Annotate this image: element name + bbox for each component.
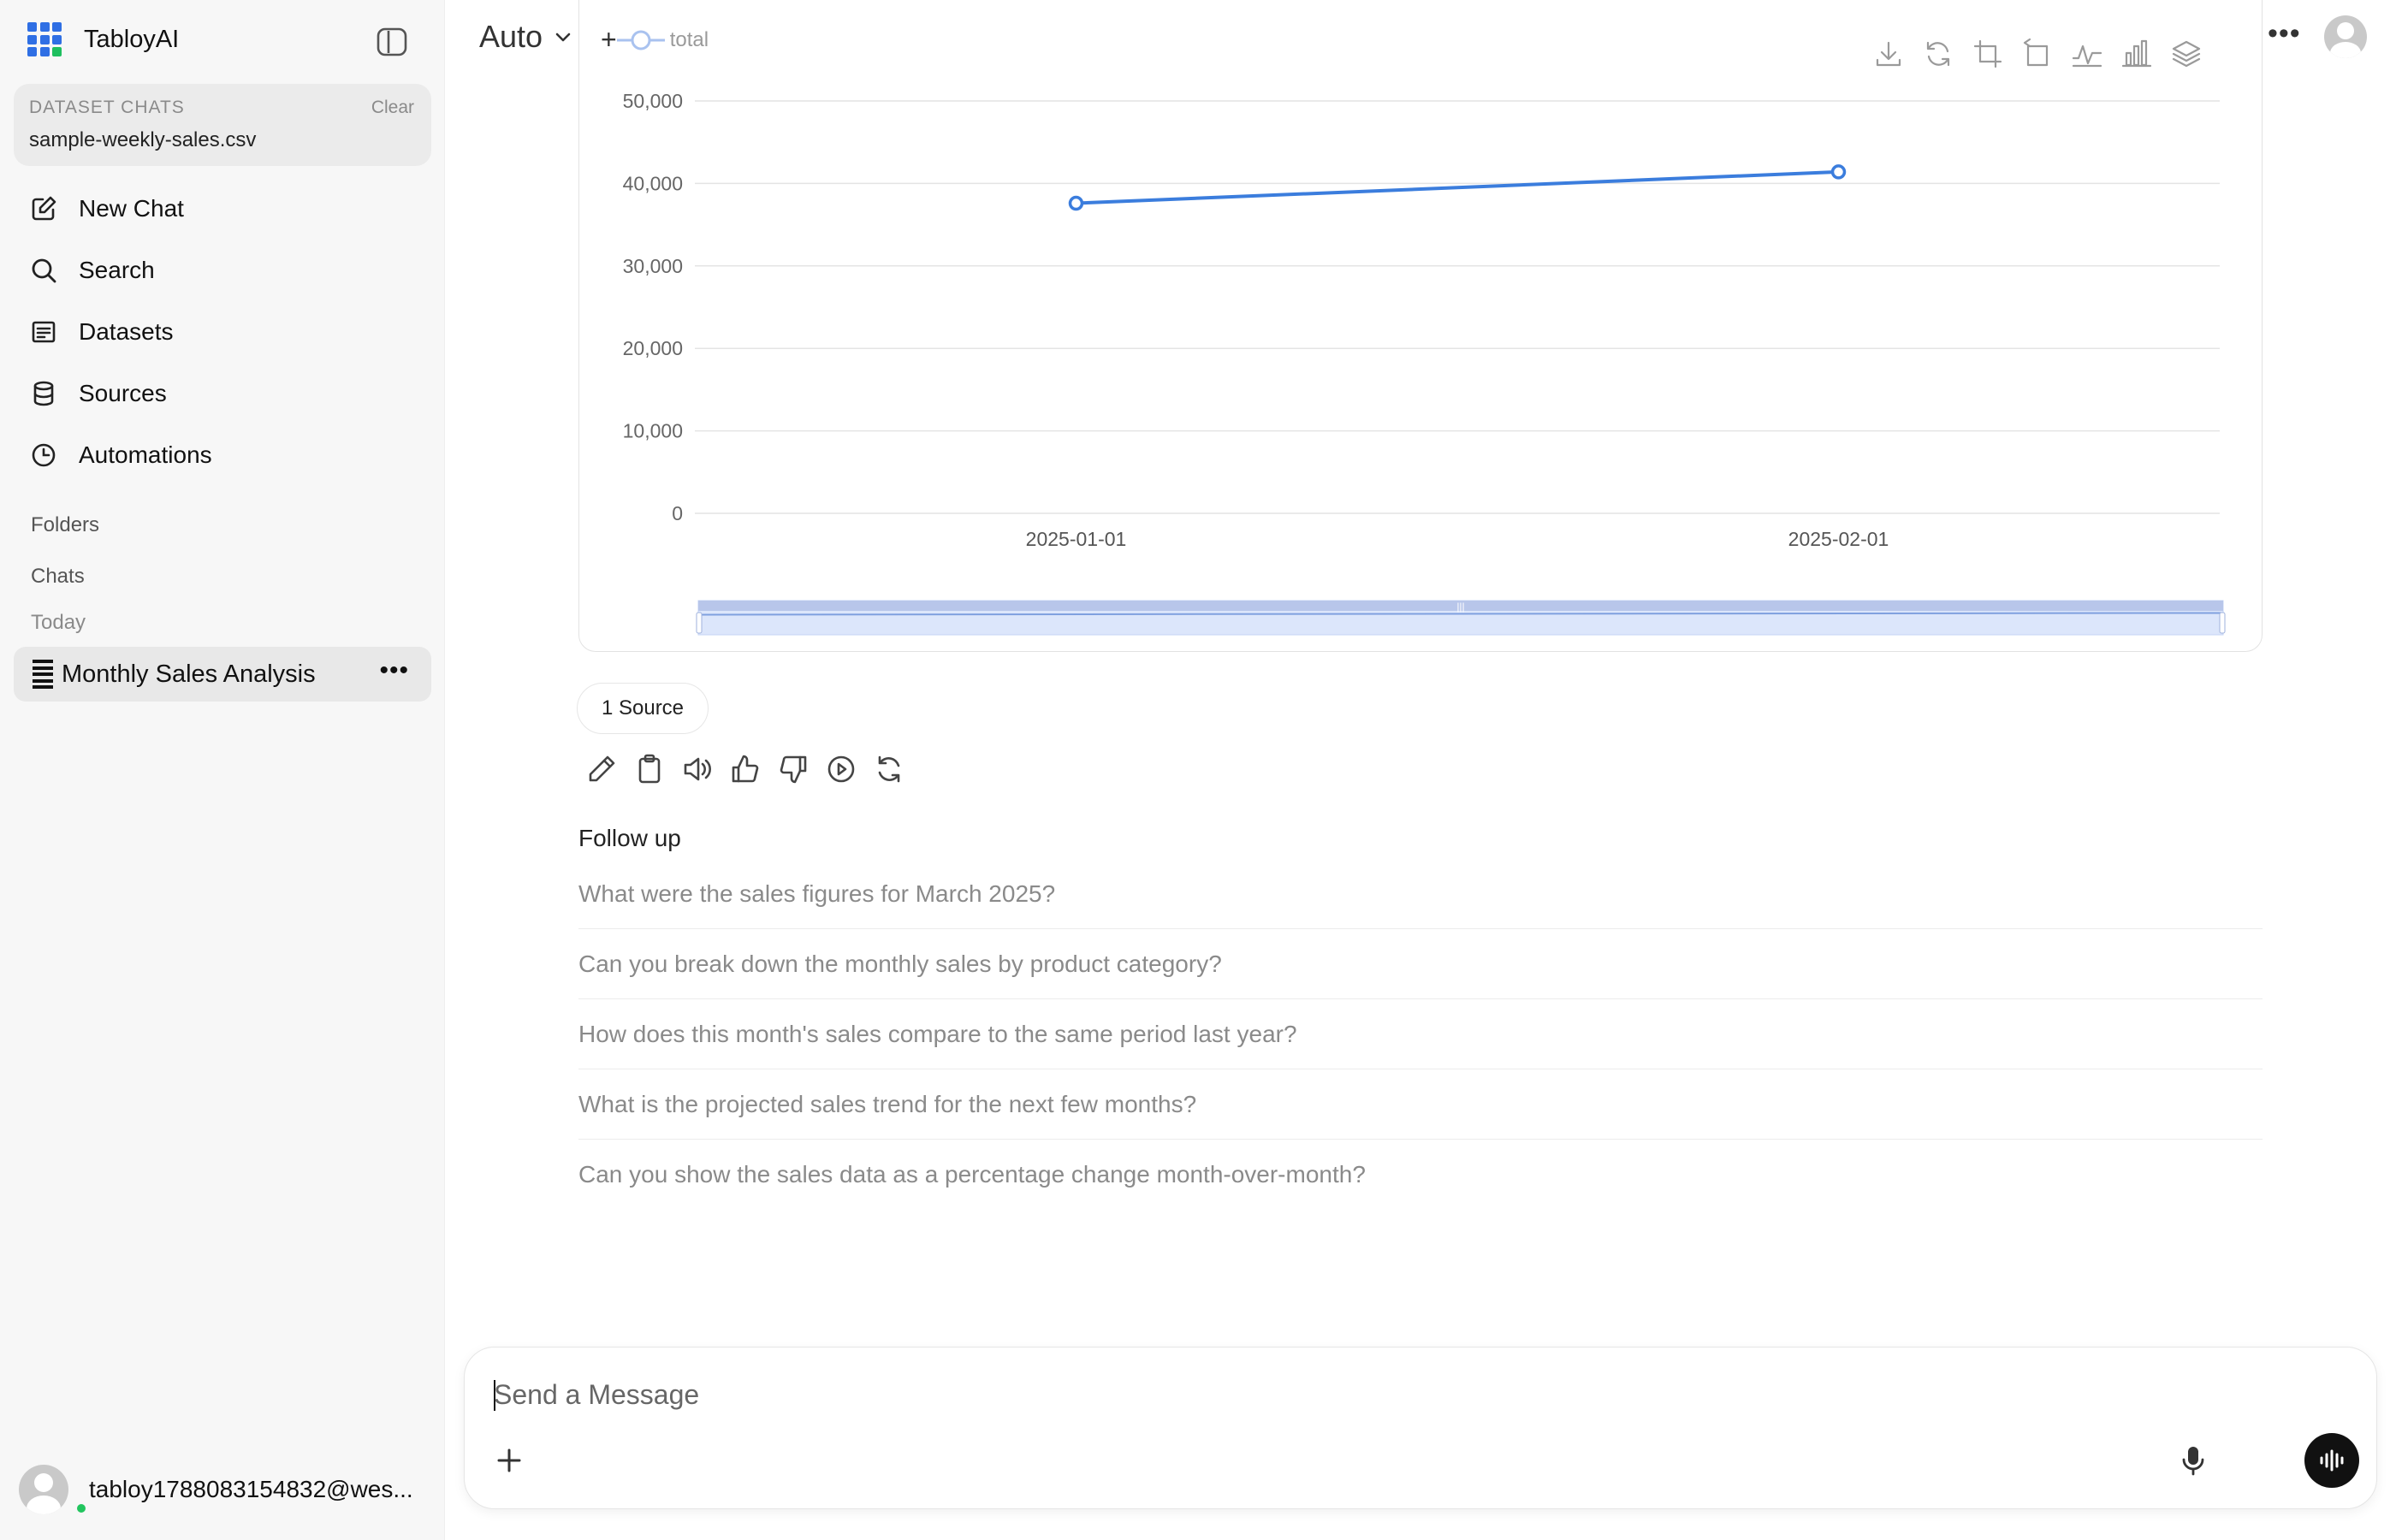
- sales-line-chart[interactable]: 50,000 40,000 30,000 20,000 10,000 0 2025-01-0…: [578, 77, 2263, 650]
- table-icon: [33, 660, 53, 689]
- regenerate-icon[interactable]: [873, 753, 905, 785]
- model-selector[interactable]: Auto: [479, 19, 572, 55]
- sidebar-item-new-chat[interactable]: New Chat: [14, 178, 431, 240]
- series-line-total: [1076, 169, 1839, 205]
- sidebar-item-label: Automations: [79, 441, 212, 468]
- list-icon: [32, 321, 56, 343]
- thumbs-up-icon[interactable]: [729, 753, 762, 785]
- sidebar-item-label: Sources: [79, 380, 167, 406]
- sidebar-item-datasets[interactable]: Datasets: [14, 301, 431, 363]
- app-name: TabloyAI: [84, 25, 180, 53]
- legend-series-marker-icon: [616, 30, 665, 50]
- follow-up-suggestion[interactable]: Can you break down the monthly sales by …: [578, 929, 2263, 999]
- profile-avatar[interactable]: [2324, 15, 2367, 58]
- play-icon[interactable]: [825, 753, 857, 785]
- y-tick-label: 0: [672, 502, 683, 524]
- model-name: Auto: [479, 19, 543, 54]
- app-grid-logo-icon: [27, 22, 62, 56]
- y-tick-label: 40,000: [623, 172, 683, 194]
- line-chart-icon[interactable]: [2071, 38, 2103, 70]
- thumbs-down-icon[interactable]: [777, 753, 810, 785]
- chat-item-monthly-sales-analysis[interactable]: Monthly Sales Analysis •••: [14, 647, 431, 702]
- sidebar-item-automations[interactable]: Automations: [14, 424, 431, 486]
- sidebar-nav: New Chat Search Datasets Sources Automat…: [14, 178, 431, 486]
- chat-title: Monthly Sales Analysis: [62, 660, 316, 688]
- sidebar: TabloyAI DATASET CHATS Clear sample-week…: [0, 0, 445, 1540]
- download-icon[interactable]: [1872, 38, 1905, 70]
- sidebar-toggle-icon[interactable]: [377, 27, 407, 56]
- bar-chart-icon[interactable]: [2120, 38, 2153, 70]
- brand[interactable]: TabloyAI: [27, 22, 179, 56]
- plus-icon[interactable]: [492, 1443, 526, 1478]
- x-tick-label: 2025-02-01: [1788, 528, 1889, 550]
- speaker-icon[interactable]: [681, 753, 714, 785]
- database-icon: [33, 381, 54, 406]
- y-tick-label: 30,000: [623, 255, 683, 277]
- data-point: [1830, 164, 1847, 180]
- user-email: tabloy1788083154832@wes...: [89, 1476, 413, 1502]
- follow-up-suggestion[interactable]: What were the sales figures for March 20…: [578, 859, 2263, 929]
- dataset-chats-heading: DATASET CHATS: [29, 98, 185, 117]
- follow-up-suggestion[interactable]: Can you show the sales data as a percent…: [578, 1140, 2263, 1210]
- stack-icon[interactable]: [2170, 38, 2203, 70]
- y-tick-label: 50,000: [623, 90, 683, 112]
- y-tick-label: 10,000: [623, 420, 683, 442]
- clear-dataset-button[interactable]: Clear: [371, 98, 414, 118]
- data-zoom-handle-right: [2219, 612, 2226, 634]
- today-heading: Today: [31, 611, 86, 634]
- microphone-icon[interactable]: [2176, 1443, 2210, 1478]
- more-options-button[interactable]: •••: [2268, 17, 2301, 50]
- refresh-icon[interactable]: [1922, 38, 1954, 70]
- legend-series-name: total: [669, 27, 709, 51]
- chat-more-button[interactable]: •••: [379, 658, 409, 684]
- folders-heading[interactable]: Folders: [31, 513, 99, 537]
- data-zoom-grip-icon: |||: [1456, 601, 1464, 613]
- sidebar-item-label: New Chat: [79, 195, 184, 222]
- chart-legend[interactable]: + total: [601, 24, 709, 56]
- message-actions: [585, 753, 921, 785]
- follow-up-list: What were the sales figures for March 20…: [578, 859, 2263, 1210]
- dataset-file-name[interactable]: sample-weekly-sales.csv: [29, 128, 256, 152]
- follow-up-suggestion[interactable]: What is the projected sales trend for th…: [578, 1069, 2263, 1140]
- edit-icon: [32, 196, 56, 221]
- user-menu[interactable]: tabloy1788083154832@wes...: [19, 1465, 413, 1514]
- follow-up-suggestion[interactable]: How does this month's sales compare to t…: [578, 999, 2263, 1069]
- sidebar-item-label: Search: [79, 257, 155, 283]
- sources-button[interactable]: 1 Source: [577, 683, 709, 734]
- data-point: [1068, 195, 1084, 211]
- undo-zoom-icon[interactable]: [2021, 38, 2054, 70]
- chevron-down-icon: [555, 33, 571, 42]
- crop-icon[interactable]: [1972, 38, 2004, 70]
- data-zoom-handle-left: [696, 612, 703, 634]
- sidebar-item-search[interactable]: Search: [14, 240, 431, 301]
- message-composer: [464, 1347, 2377, 1509]
- copy-icon[interactable]: [633, 753, 666, 785]
- clock-icon: [32, 443, 56, 467]
- sidebar-item-sources[interactable]: Sources: [14, 363, 431, 424]
- legend-plus-icon: +: [601, 24, 617, 55]
- online-status-icon: [75, 1502, 87, 1514]
- y-tick-label: 20,000: [623, 337, 683, 359]
- dataset-chats-card: DATASET CHATS Clear sample-weekly-sales.…: [14, 84, 431, 166]
- voice-mode-button[interactable]: [2304, 1433, 2359, 1488]
- waveform-icon: [2320, 1449, 2344, 1472]
- sidebar-item-label: Datasets: [79, 318, 174, 345]
- message-input[interactable]: [494, 1373, 2291, 1416]
- avatar: [19, 1465, 68, 1514]
- edit-icon[interactable]: [585, 753, 618, 785]
- search-icon: [32, 258, 56, 283]
- follow-up-heading: Follow up: [578, 825, 681, 851]
- chart-toolbox: [1872, 38, 2220, 70]
- chats-heading[interactable]: Chats: [31, 565, 85, 589]
- x-tick-label: 2025-01-01: [1026, 528, 1127, 550]
